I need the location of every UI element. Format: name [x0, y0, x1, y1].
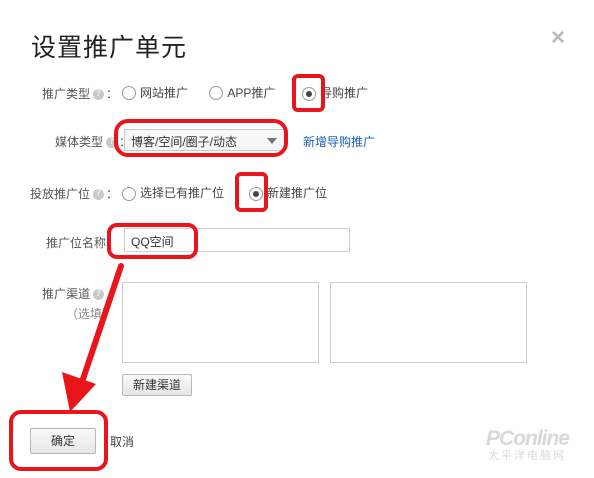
annotation-arrow — [62, 263, 124, 412]
watermark-sub: 太平洋电脑网 — [488, 450, 566, 462]
